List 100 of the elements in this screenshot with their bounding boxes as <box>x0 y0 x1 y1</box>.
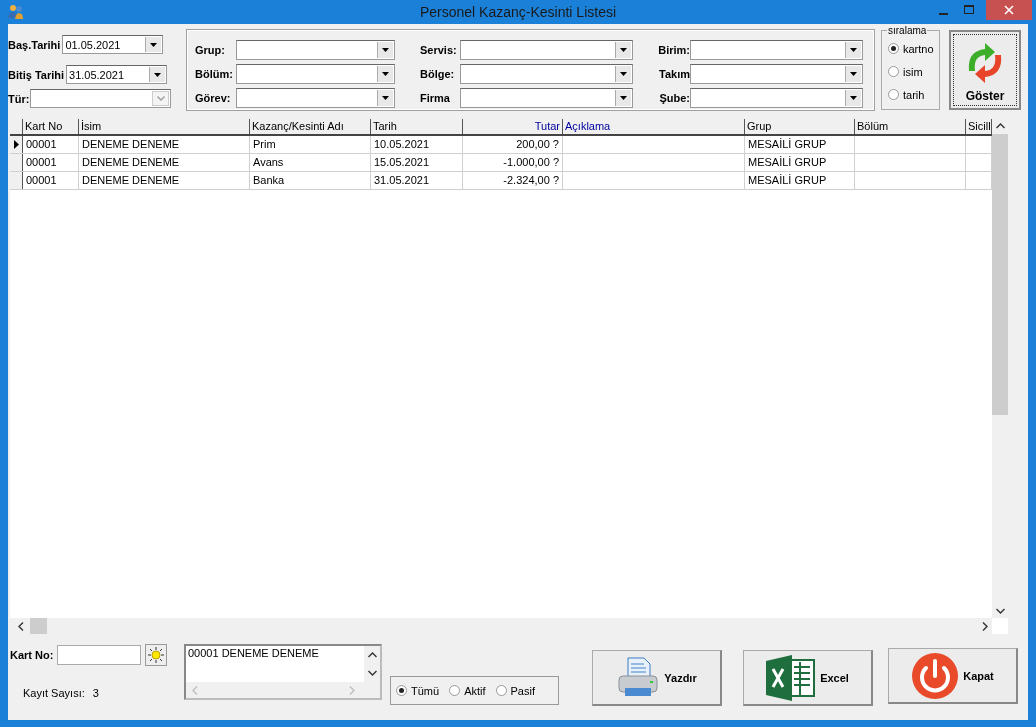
date-picker[interactable]: 01.05.2021 <box>62 35 164 54</box>
filter-dropdown[interactable] <box>690 88 863 108</box>
chevron-down-icon <box>995 608 1005 614</box>
chevron-down-icon <box>156 96 165 101</box>
filter-dropdown[interactable] <box>460 88 633 108</box>
column-header[interactable]: Grup <box>745 119 855 134</box>
search-button[interactable] <box>145 644 168 666</box>
chevron-right-icon <box>349 685 355 695</box>
filter-label: Firma <box>420 92 451 104</box>
radio-button[interactable] <box>888 66 899 77</box>
spreadsheet-icon <box>766 654 817 701</box>
table-cell: DENEME DENEME <box>82 174 180 186</box>
filter-dropdown[interactable] <box>236 40 395 60</box>
filter-label: Birim: <box>657 44 690 56</box>
action-button[interactable]: Kapat <box>888 648 1018 704</box>
status-option-label: Aktif <box>464 684 486 697</box>
column-header[interactable]: Tutar <box>463 119 563 134</box>
card-no-field[interactable] <box>57 645 142 665</box>
row-selector[interactable] <box>10 154 23 171</box>
date-label: Bitiş Tarihi <box>8 68 65 81</box>
table-cell: MESAİLİ GRUP <box>748 156 827 168</box>
employee-list[interactable]: 00001 DENEME DENEME <box>184 644 382 700</box>
table-cell: 200,00 ? <box>516 138 559 150</box>
scroll-thumb[interactable] <box>30 618 47 634</box>
dropdown-arrow-icon <box>381 72 390 76</box>
record-count-value: 3 <box>92 687 99 699</box>
filter-label: Grup: <box>195 44 226 56</box>
filter-dropdown[interactable] <box>460 40 633 60</box>
filter-label: Takım <box>658 68 690 80</box>
sort-option-label: isim <box>903 65 923 78</box>
filter-label: Görev: <box>195 92 232 104</box>
column-header[interactable]: Kart No <box>23 119 79 134</box>
type-label: Tür: <box>8 92 30 105</box>
table-cell: -1.000,00 ? <box>503 156 559 168</box>
column-header[interactable]: Kazanç/Kesinti Adı <box>250 119 371 134</box>
dropdown-arrow-icon <box>619 48 628 52</box>
chevron-up-icon <box>367 652 377 658</box>
status-option-label: Pasif <box>510 684 535 697</box>
chevron-up-icon <box>995 123 1005 129</box>
power-icon <box>911 651 960 700</box>
chevron-left-icon <box>18 621 24 631</box>
card-no-label: Kart No: <box>10 649 54 661</box>
dropdown-arrow-icon <box>849 48 858 52</box>
row-selector[interactable] <box>10 172 23 189</box>
minimize-icon <box>938 13 948 15</box>
radio-button[interactable] <box>495 685 507 696</box>
dropdown-arrow-icon <box>619 96 628 100</box>
filter-dropdown[interactable] <box>460 64 633 84</box>
table-cell: 00001 <box>26 174 57 186</box>
table-cell: 00001 <box>26 156 57 168</box>
table-cell: 31.05.2021 <box>374 174 430 186</box>
dropdown-arrow-icon <box>381 48 390 52</box>
close-button[interactable] <box>986 0 1032 20</box>
column-header[interactable]: İsim <box>79 119 250 134</box>
filter-label: Bölüm: <box>195 68 234 80</box>
sort-title: sıralama <box>887 25 928 36</box>
maximize-icon <box>964 5 974 15</box>
action-button[interactable]: Excel <box>743 650 873 706</box>
table-cell: 00001 <box>26 138 57 150</box>
filter-label: Bölge: <box>420 68 456 80</box>
dropdown-arrow-icon <box>153 72 162 77</box>
table-cell: 15.05.2021 <box>374 156 430 168</box>
date-picker[interactable]: 31.05.2021 <box>66 65 168 84</box>
radio-button[interactable] <box>888 89 899 100</box>
close-icon <box>1004 5 1014 15</box>
filter-dropdown[interactable] <box>690 64 863 84</box>
table-cell: -2.324,00 ? <box>503 174 559 186</box>
sort-option-label: tarih <box>903 88 925 101</box>
column-header[interactable]: Açıklama <box>563 119 745 134</box>
row-selector[interactable] <box>10 136 23 153</box>
action-button[interactable]: Yazdır <box>592 650 722 706</box>
filter-label: Servis: <box>420 44 458 56</box>
table-cell: Avans <box>253 156 284 168</box>
vertical-scrollbar[interactable] <box>992 119 1008 618</box>
sort-option-label: kartno <box>903 42 934 55</box>
horizontal-scrollbar[interactable] <box>10 618 992 634</box>
current-row-icon <box>13 140 19 149</box>
filter-dropdown[interactable] <box>236 64 395 84</box>
filter-dropdown[interactable] <box>690 40 863 60</box>
chevron-down-icon <box>367 670 377 676</box>
dropdown-arrow-icon <box>619 72 628 76</box>
sun-icon <box>148 647 165 663</box>
record-count-label: Kayıt Sayısı: <box>23 687 85 699</box>
column-header[interactable]: Bölüm <box>855 119 966 134</box>
date-label: Baş.Tarihi <box>8 38 61 51</box>
show-button[interactable]: Göster <box>949 30 1021 110</box>
dropdown-arrow-icon <box>381 96 390 100</box>
radio-button[interactable] <box>396 685 407 696</box>
table-cell: DENEME DENEME <box>82 138 180 150</box>
dropdown-arrow-icon <box>849 96 858 100</box>
chevron-left-icon <box>192 685 198 695</box>
column-header[interactable]: Tarih <box>371 119 463 134</box>
radio-button[interactable] <box>449 685 461 696</box>
status-option-label: Tümü <box>411 684 440 697</box>
window-title: Personel Kazanç-Kesinti Listesi <box>419 4 618 20</box>
chevron-right-icon <box>982 621 988 631</box>
dropdown-arrow-icon <box>149 42 158 47</box>
scroll-thumb[interactable] <box>992 134 1008 415</box>
filter-dropdown[interactable] <box>236 88 395 108</box>
radio-button[interactable] <box>888 43 899 54</box>
